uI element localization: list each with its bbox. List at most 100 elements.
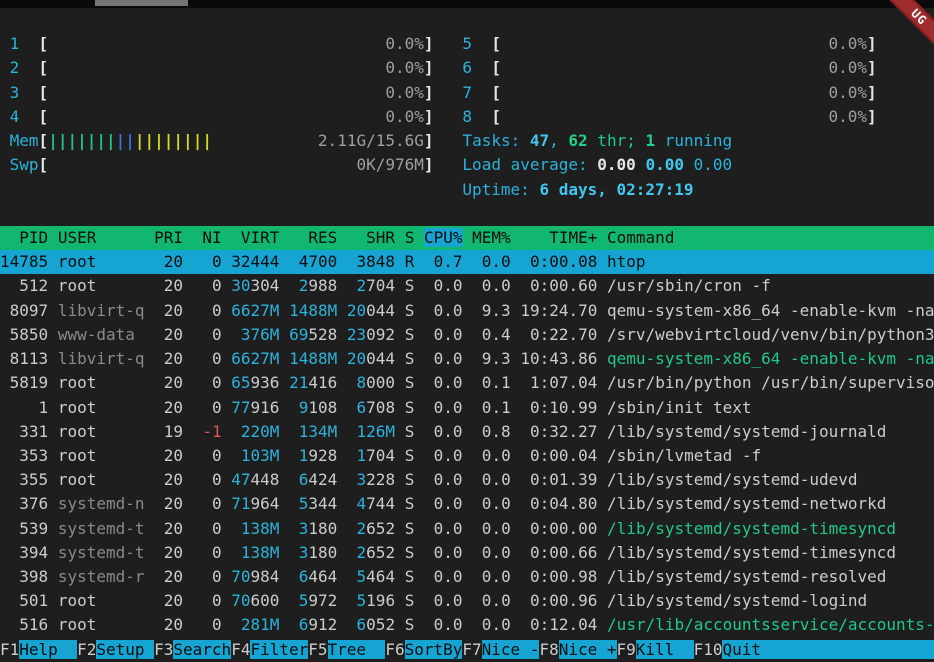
process-row-376[interactable]: 376 systemd-n 20 0 71964 5344 4744 S 0.0… [0, 492, 934, 516]
window-tab-indicator[interactable] [95, 0, 188, 6]
fkey-label-kill[interactable]: Kill [636, 640, 694, 659]
text-segment [463, 591, 473, 610]
text-segment [337, 543, 347, 562]
text-segment [279, 470, 289, 489]
fkey-f9[interactable]: F9 [617, 640, 636, 659]
process-row-516[interactable]: 516 root 20 0 281M 6912 6052 S 0.0 0.0 0… [0, 613, 934, 637]
text-segment [183, 398, 193, 417]
fkey-f1[interactable]: F1 [0, 640, 19, 659]
text-segment [289, 422, 299, 441]
pri-cell: 20 [154, 591, 183, 610]
fkey-label-nice-[interactable]: Nice + [559, 640, 617, 659]
pri-cell: 20 [154, 519, 183, 538]
text-segment [337, 446, 347, 465]
virt-cell: 376M [241, 325, 280, 344]
pid-cell: 8097 [0, 301, 48, 320]
text-segment [463, 446, 473, 465]
meter-open-bracket: [ [491, 83, 501, 102]
process-row-8097[interactable]: 8097 libvirt-q 20 0 6627M 1488M 20044 S … [0, 299, 934, 323]
tasks-status: thr; [588, 131, 646, 150]
virt-cell: 70 [231, 591, 250, 610]
column-header-cpu[interactable]: CPU% [424, 228, 463, 247]
process-row-331[interactable]: 331 root 19 -1 220M 134M 126M S 0.0 0.8 … [0, 420, 934, 444]
process-row-1[interactable]: 1 root 20 0 77916 9108 6708 S 0.0 0.1 0:… [0, 396, 934, 420]
text-segment [231, 543, 241, 562]
column-header-shr[interactable]: SHR [347, 228, 395, 247]
shr-cell: 3848 [347, 252, 395, 271]
text-segment [289, 470, 299, 489]
text-segment [19, 107, 38, 126]
text-segment [597, 325, 607, 344]
process-row-355[interactable]: 355 root 20 0 47448 6424 3228 S 0.0 0.0 … [0, 468, 934, 492]
virt-cell: 138M [241, 543, 280, 562]
table-header-row[interactable]: PID USER PRI NI VIRT RES SHR S CPU% MEM%… [0, 226, 934, 250]
text-segment [183, 519, 193, 538]
column-header-s[interactable]: S [405, 228, 415, 247]
user-cell: root [58, 398, 145, 417]
fkey-f8[interactable]: F8 [539, 640, 558, 659]
virt-cell: 448 [251, 470, 280, 489]
fkey-label-quit[interactable]: Quit [722, 640, 761, 659]
process-row-512[interactable]: 512 root 20 0 30304 2988 2704 S 0.0 0.0 … [0, 274, 934, 298]
virt-cell: 32444 [231, 252, 279, 271]
text-segment [414, 591, 424, 610]
process-row-14785[interactable]: 14785 root 20 0 32444 4700 3848 R 0.7 0.… [0, 250, 934, 274]
process-row-5850[interactable]: 5850 www-data 20 0 376M 69528 23092 S 0.… [0, 323, 934, 347]
column-header-time[interactable]: TIME+ [520, 228, 597, 247]
command-cell: /usr/lib/accountsservice/accounts- [607, 615, 934, 634]
cpu-meter-value: 0.0% [385, 107, 424, 126]
fkey-f7[interactable]: F7 [462, 640, 481, 659]
column-header-res[interactable]: RES [289, 228, 337, 247]
user-cell: root [58, 615, 145, 634]
fkey-label-filter[interactable]: Filter [250, 640, 308, 659]
fkey-f2[interactable]: F2 [77, 640, 96, 659]
fkey-f10[interactable]: F10 [694, 640, 723, 659]
column-header-pri[interactable]: PRI [154, 228, 183, 247]
text-segment [337, 373, 347, 392]
shr-cell: 092 [366, 325, 395, 344]
text-segment [0, 58, 10, 77]
text-segment [434, 131, 463, 150]
fkey-label-nice-[interactable]: Nice - [482, 640, 540, 659]
ni-cell: 0 [193, 543, 222, 562]
column-header-pid[interactable]: PID [0, 228, 48, 247]
fkey-label-help[interactable]: Help [19, 640, 77, 659]
text-segment [222, 519, 232, 538]
ni-cell: 0 [193, 591, 222, 610]
process-row-353[interactable]: 353 root 20 0 103M 1928 1704 S 0.0 0.0 0… [0, 444, 934, 468]
text-segment [289, 543, 299, 562]
text-segment [279, 591, 289, 610]
process-row-398[interactable]: 398 systemd-r 20 0 70984 6464 5464 S 0.0… [0, 565, 934, 589]
cpu-cell: 0.0 [424, 519, 463, 538]
text-segment [511, 591, 521, 610]
fkey-label-setup[interactable]: Setup [96, 640, 154, 659]
column-header-command[interactable]: Command [607, 228, 934, 247]
mem-cell: 0.8 [472, 422, 511, 441]
fkey-f4[interactable]: F4 [231, 640, 250, 659]
process-row-8113[interactable]: 8113 libvirt-q 20 0 6627M 1488M 20044 S … [0, 347, 934, 371]
shr-cell: 5 [357, 567, 367, 586]
column-header-user[interactable]: USER [58, 228, 145, 247]
meter-close-bracket: ] [424, 131, 434, 150]
fkey-label-search[interactable]: Search [173, 640, 231, 659]
ni-cell: 0 [193, 494, 222, 513]
mem-cell: 0.1 [472, 398, 511, 417]
text-segment [395, 422, 405, 441]
process-row-539[interactable]: 539 systemd-t 20 0 138M 3180 2652 S 0.0 … [0, 517, 934, 541]
process-row-394[interactable]: 394 systemd-t 20 0 138M 3180 2652 S 0.0 … [0, 541, 934, 565]
fkey-f3[interactable]: F3 [154, 640, 173, 659]
fkey-f5[interactable]: F5 [308, 640, 327, 659]
column-header-ni[interactable]: NI [193, 228, 222, 247]
column-header-virt[interactable]: VIRT [231, 228, 279, 247]
fkey-label-sortby[interactable]: SortBy [405, 640, 463, 659]
process-row-501[interactable]: 501 root 20 0 70600 5972 5196 S 0.0 0.0 … [0, 589, 934, 613]
text-segment [279, 373, 289, 392]
text-segment [337, 494, 347, 513]
text-segment [597, 567, 607, 586]
fkey-label-tree[interactable]: Tree [328, 640, 386, 659]
text-segment [501, 83, 829, 102]
text-segment [414, 325, 424, 344]
fkey-f6[interactable]: F6 [385, 640, 404, 659]
column-header-mem[interactable]: MEM% [472, 228, 511, 247]
process-row-5819[interactable]: 5819 root 20 0 65936 21416 8000 S 0.0 0.… [0, 371, 934, 395]
